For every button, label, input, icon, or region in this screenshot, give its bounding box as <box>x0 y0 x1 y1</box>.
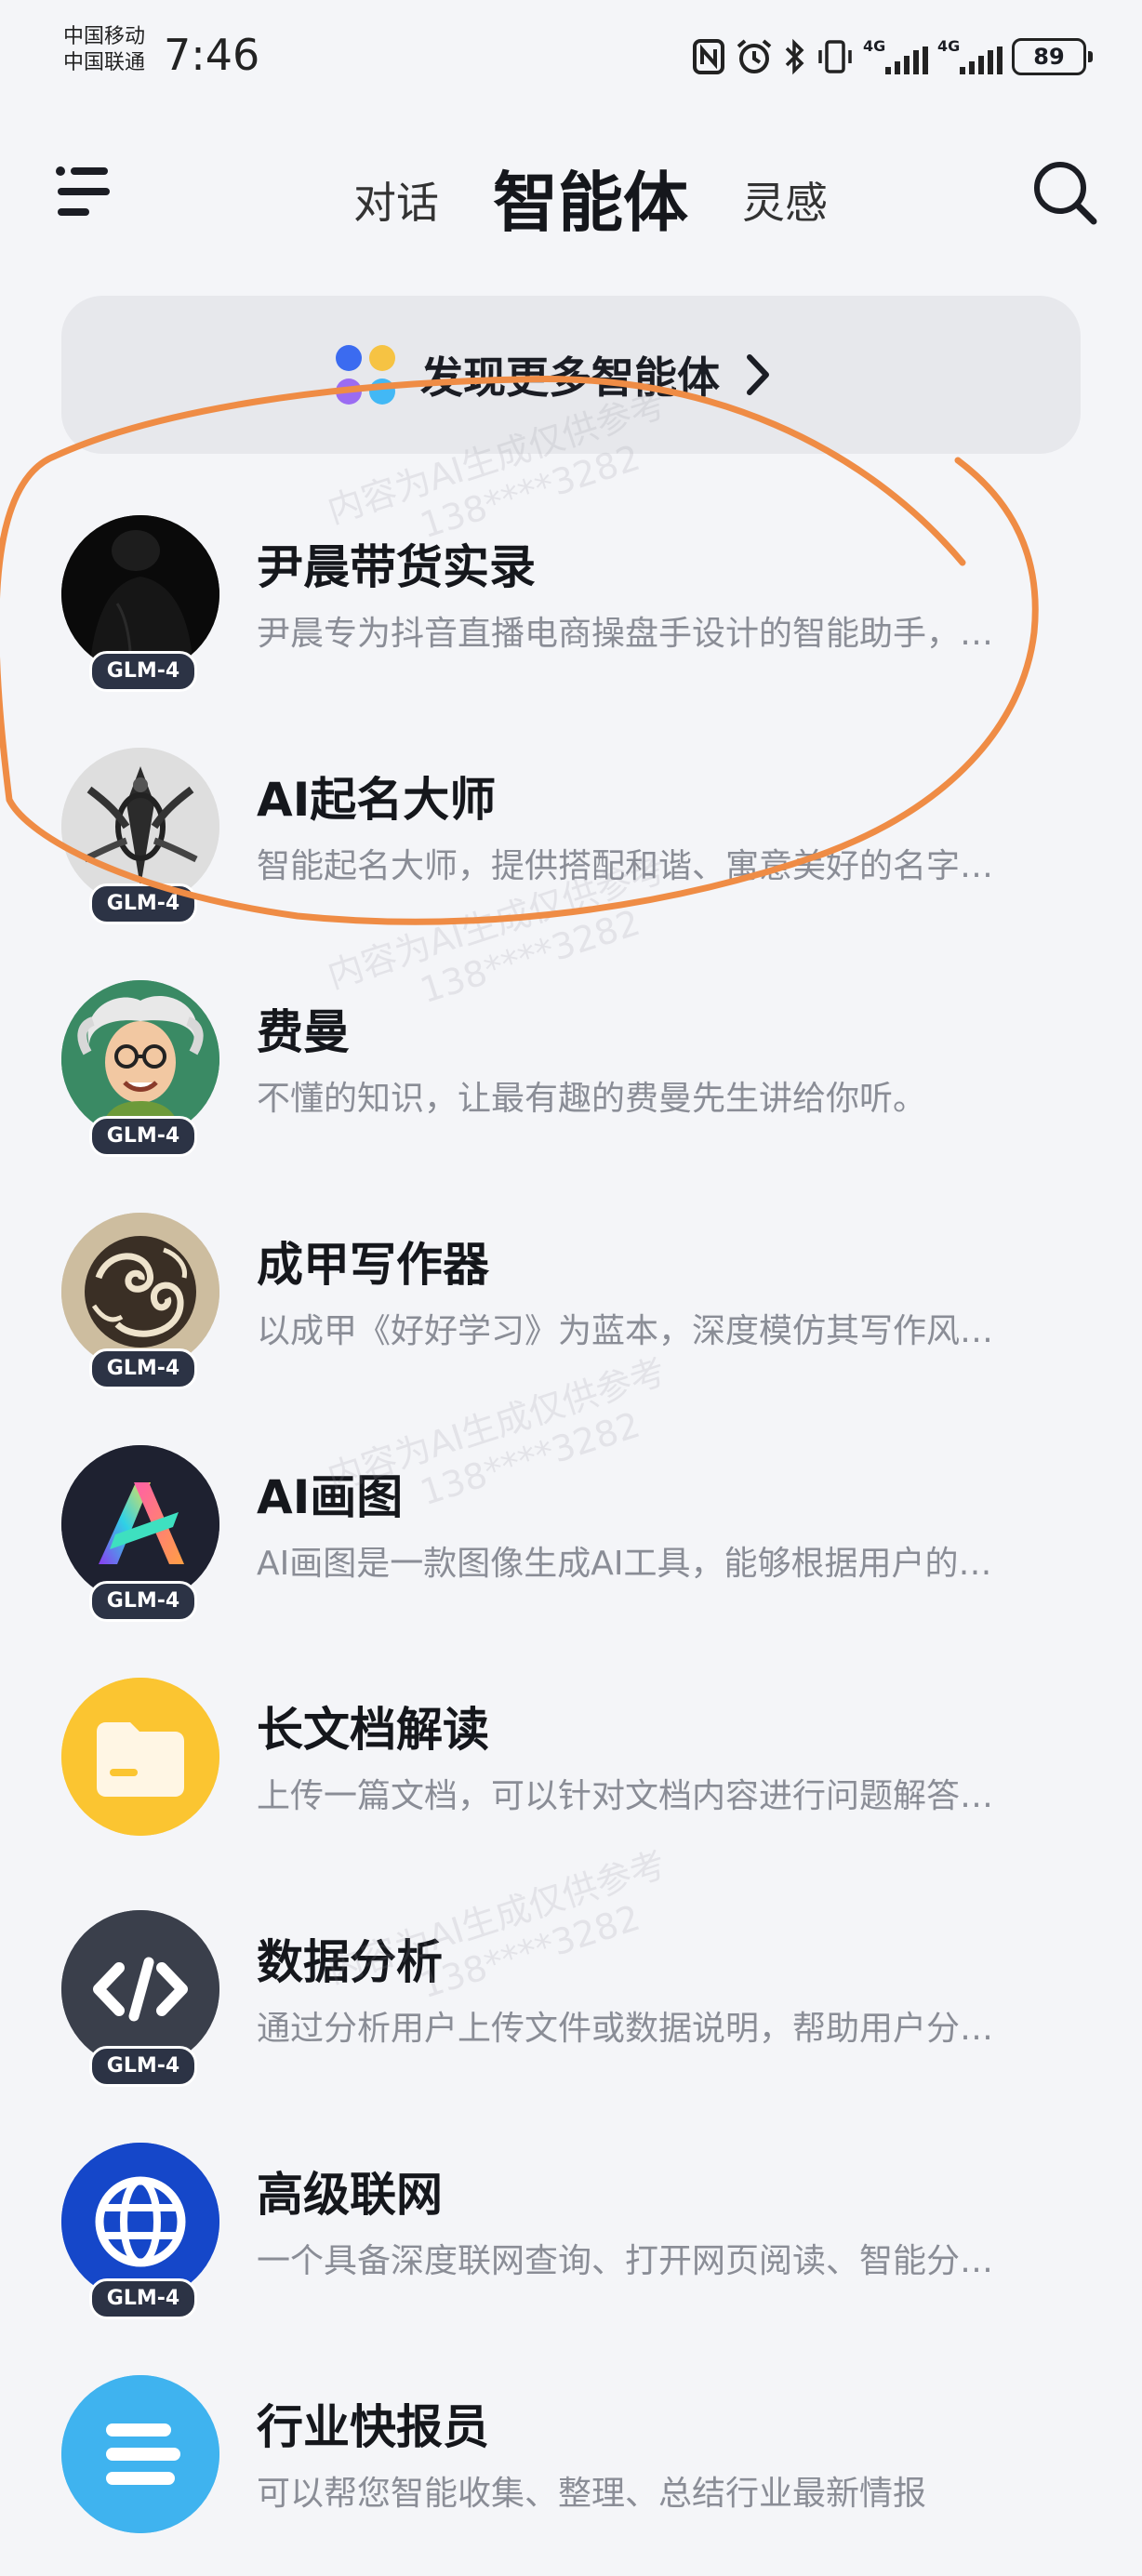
swirl-art-icon <box>61 1213 219 1371</box>
avatar: GLM-4 <box>61 1213 219 1389</box>
bluetooth-icon <box>785 38 804 75</box>
signal-icon <box>960 46 1003 74</box>
network-type-2: 4G <box>937 37 961 55</box>
signal-group-1: 4G <box>863 37 928 76</box>
code-icon <box>61 1910 219 2068</box>
agent-description: AI画图是一款图像生成AI工具，能够根据用户的… <box>257 1545 992 1583</box>
agent-description: 尹晨专为抖音直播电商操盘手设计的智能助手，… <box>257 615 994 653</box>
avatar-cartoon-professor <box>61 980 219 1138</box>
vibrate-icon <box>818 40 852 73</box>
agent-description: 以成甲《好好学习》为蓝本，深度模仿其写作风… <box>257 1312 994 1350</box>
avatar-stack <box>61 2375 219 2533</box>
agent-title: 成甲写作器 <box>257 1238 489 1292</box>
discover-more-agents-button[interactable]: 发现更多智能体 <box>61 296 1081 454</box>
clock: 7:46 <box>164 30 260 80</box>
avatar <box>61 1678 219 1854</box>
agent-item-long-doc[interactable]: 长文档解读 上传一篇文档，可以针对文档内容进行问题解答… <box>0 1665 1142 1879</box>
avatar-person-silhouette <box>61 515 219 673</box>
tab-dialog[interactable]: 对话 <box>353 169 439 231</box>
ai-drawing-logo-icon <box>61 1445 219 1603</box>
tab-bar: 对话 智能体 灵感 <box>0 139 1142 251</box>
avatar: GLM-4 <box>61 1445 219 1622</box>
agent-description: 通过分析用户上传文件或数据说明，帮助用户分… <box>257 2010 994 2048</box>
folder-icon <box>61 1678 219 1836</box>
model-badge: GLM-4 <box>89 2046 197 2087</box>
agent-item-data-analysis[interactable]: GLM-4 数据分析 通过分析用户上传文件或数据说明，帮助用户分… <box>0 1897 1142 2111</box>
nfc-icon <box>693 39 724 74</box>
alarm-icon <box>737 39 772 73</box>
system-icons: 4G 4G 89 <box>692 33 1093 80</box>
avatar: GLM-4 <box>61 748 219 924</box>
agent-title: AI起名大师 <box>257 773 497 827</box>
status-bar: 中国移动 中国联通 7:46 4G 4G 89 <box>0 0 1142 121</box>
search-button[interactable] <box>1030 158 1101 229</box>
agent-description: 智能起名大师，提供搭配和谐、寓意美好的名字… <box>257 847 994 885</box>
avatar: GLM-4 <box>61 1910 219 2087</box>
agent-title: AI画图 <box>257 1470 404 1524</box>
discover-label: 发现更多智能体 <box>420 352 720 403</box>
model-badge: GLM-4 <box>89 1348 197 1389</box>
agent-title: 数据分析 <box>257 1935 443 1989</box>
news-stack-icon <box>61 2375 219 2533</box>
professor-icon <box>61 980 219 1138</box>
agent-item-naming-master[interactable]: GLM-4 AI起名大师 智能起名大师，提供搭配和谐、寓意美好的名字… <box>0 735 1142 949</box>
tab-agents[interactable]: 智能体 <box>493 151 688 245</box>
agent-title: 高级联网 <box>257 2168 443 2222</box>
avatar: GLM-4 <box>61 2143 219 2319</box>
avatar-code <box>61 1910 219 2068</box>
model-badge: GLM-4 <box>89 883 197 924</box>
agent-description: 上传一篇文档，可以针对文档内容进行问题解答… <box>257 1777 994 1815</box>
agent-item-feynman[interactable]: GLM-4 费曼 不懂的知识，让最有趣的费曼先生讲给你听。 <box>0 967 1142 1181</box>
ornament-icon <box>61 748 219 906</box>
agent-description: 不懂的知识，让最有趣的费曼先生讲给你听。 <box>257 1080 927 1118</box>
apps-dots-icon <box>336 345 395 405</box>
carrier-1: 中国移动 <box>63 25 146 48</box>
network-type-1: 4G <box>863 37 886 55</box>
agent-item-chengjia-writer[interactable]: GLM-4 成甲写作器 以成甲《好好学习》为蓝本，深度模仿其写作风… <box>0 1200 1142 1414</box>
avatar-swirl-art <box>61 1213 219 1371</box>
tab-inspiration[interactable]: 灵感 <box>742 169 828 231</box>
chevron-right-icon <box>747 354 769 395</box>
agent-description: 可以帮您智能收集、整理、总结行业最新情报 <box>257 2475 927 2513</box>
agent-item-yinchen[interactable]: GLM-4 尹晨带货实录 尹晨专为抖音直播电商操盘手设计的智能助手，… <box>0 502 1142 716</box>
agent-title: 费曼 <box>257 1005 350 1059</box>
carrier-names: 中国移动 中国联通 <box>63 24 145 76</box>
battery-level: 89 <box>1033 44 1065 70</box>
agent-title: 尹晨带货实录 <box>257 540 536 594</box>
model-badge: GLM-4 <box>89 651 197 692</box>
avatar: GLM-4 <box>61 980 219 1157</box>
search-icon <box>1034 162 1097 225</box>
model-badge: GLM-4 <box>89 1581 197 1622</box>
avatar-folder <box>61 1678 219 1836</box>
agent-description: 一个具备深度联网查询、打开网页阅读、智能分… <box>257 2242 994 2280</box>
agent-item-advanced-web[interactable]: GLM-4 高级联网 一个具备深度联网查询、打开网页阅读、智能分… <box>0 2130 1142 2344</box>
avatar <box>61 2375 219 2552</box>
signal-icon <box>885 46 928 74</box>
avatar-globe <box>61 2143 219 2301</box>
agent-item-industry-news[interactable]: 行业快报员 可以帮您智能收集、整理、总结行业最新情报 <box>0 2362 1142 2576</box>
globe-icon <box>61 2143 219 2301</box>
carrier-2: 中国联通 <box>63 51 146 74</box>
avatar-gradient-a <box>61 1445 219 1603</box>
agent-title: 行业快报员 <box>257 2400 489 2454</box>
model-badge: GLM-4 <box>89 1116 197 1157</box>
discover-content: 发现更多智能体 <box>333 342 774 407</box>
signal-group-2: 4G <box>937 37 1003 76</box>
avatar-ornament <box>61 748 219 906</box>
agent-title: 长文档解读 <box>257 1703 489 1757</box>
person-silhouette-icon <box>61 515 219 673</box>
battery-indicator: 89 <box>1012 38 1093 75</box>
avatar: GLM-4 <box>61 515 219 692</box>
model-badge: GLM-4 <box>89 2278 197 2319</box>
agent-item-ai-drawing[interactable]: GLM-4 AI画图 AI画图是一款图像生成AI工具，能够根据用户的… <box>0 1432 1142 1646</box>
top-navigation: 对话 智能体 灵感 <box>0 139 1142 251</box>
